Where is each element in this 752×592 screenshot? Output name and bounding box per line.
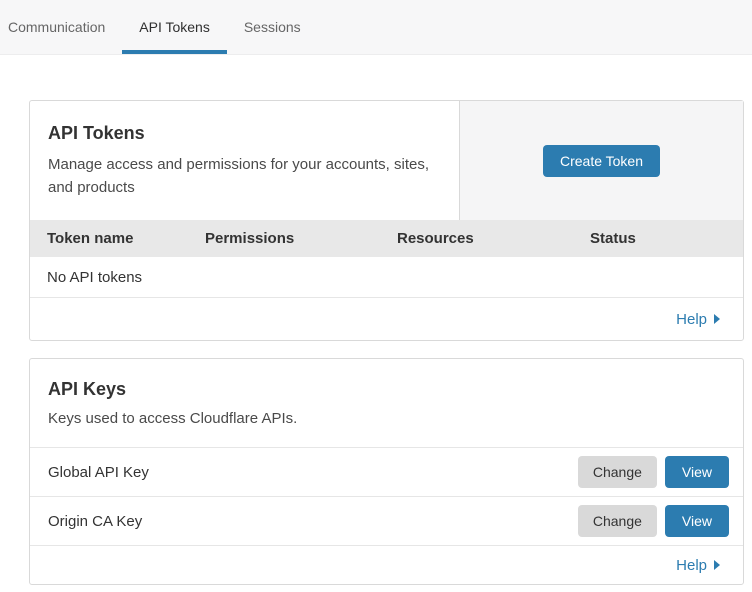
api-keys-description: Keys used to access Cloudflare APIs. — [48, 410, 725, 427]
api-tokens-help-link[interactable]: Help — [676, 311, 720, 328]
change-global-api-key-button[interactable]: Change — [578, 456, 657, 488]
change-origin-ca-key-button[interactable]: Change — [578, 505, 657, 537]
column-header-resources: Resources — [397, 230, 590, 247]
api-keys-card-header: API Keys Keys used to access Cloudflare … — [30, 359, 743, 447]
api-keys-card: API Keys Keys used to access Cloudflare … — [29, 358, 744, 585]
api-tokens-help-label: Help — [676, 311, 707, 328]
api-tokens-title: API Tokens — [48, 123, 441, 144]
api-keys-help-label: Help — [676, 557, 707, 574]
tab-sessions-label: Sessions — [244, 19, 301, 35]
help-arrow-icon — [714, 560, 720, 570]
tokens-table-header: Token name Permissions Resources Status — [30, 220, 743, 257]
tab-communication[interactable]: Communication — [0, 0, 122, 54]
origin-ca-key-row: Origin CA Key Change View — [30, 496, 743, 545]
tab-api-tokens-label: API Tokens — [139, 19, 210, 35]
api-keys-card-footer: Help — [30, 545, 743, 584]
column-header-status: Status — [590, 230, 743, 247]
tab-communication-label: Communication — [8, 19, 105, 35]
api-tokens-description: Manage access and permissions for your a… — [48, 153, 441, 200]
global-api-key-row: Global API Key Change View — [30, 447, 743, 496]
view-global-api-key-button[interactable]: View — [665, 456, 729, 488]
origin-ca-key-actions: Change View — [578, 505, 729, 537]
account-profile-page: Communication API Tokens Sessions API To… — [0, 0, 752, 585]
view-origin-ca-key-button[interactable]: View — [665, 505, 729, 537]
help-arrow-icon — [714, 314, 720, 324]
api-keys-help-link[interactable]: Help — [676, 557, 720, 574]
origin-ca-key-label: Origin CA Key — [48, 513, 142, 530]
column-header-token-name: Token name — [47, 230, 205, 247]
api-tokens-header-text: API Tokens Manage access and permissions… — [30, 101, 459, 220]
tokens-empty-row: No API tokens — [30, 257, 743, 297]
global-api-key-actions: Change View — [578, 456, 729, 488]
api-keys-title: API Keys — [48, 379, 725, 400]
api-tokens-action-panel: Create Token — [459, 101, 743, 220]
global-api-key-label: Global API Key — [48, 464, 149, 481]
column-header-permissions: Permissions — [205, 230, 397, 247]
create-token-button[interactable]: Create Token — [543, 145, 660, 177]
tokens-empty-message: No API tokens — [47, 269, 142, 286]
tab-sessions[interactable]: Sessions — [227, 0, 318, 54]
profile-tab-bar: Communication API Tokens Sessions — [0, 0, 752, 55]
tab-api-tokens[interactable]: API Tokens — [122, 0, 227, 54]
api-tokens-card-header: API Tokens Manage access and permissions… — [30, 101, 743, 220]
profile-content: API Tokens Manage access and permissions… — [0, 55, 752, 585]
api-tokens-card: API Tokens Manage access and permissions… — [29, 100, 744, 341]
api-tokens-card-footer: Help — [30, 297, 743, 340]
